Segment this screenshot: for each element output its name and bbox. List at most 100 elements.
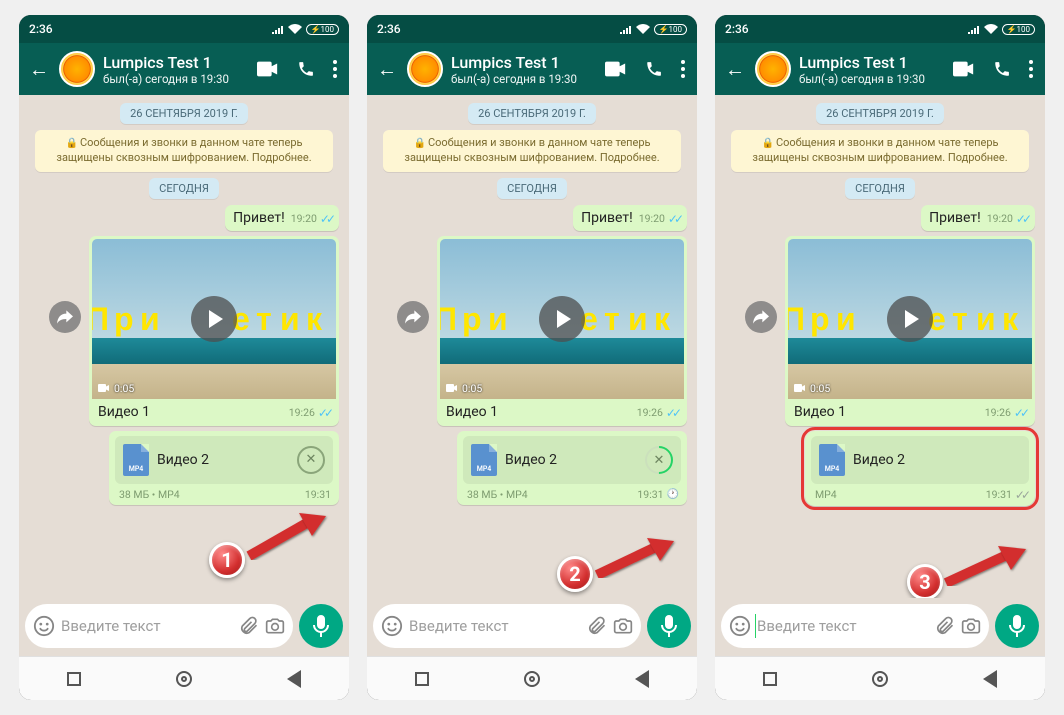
chat-area[interactable]: 26 СЕНТЯБРЯ 2019 Г. 🔒Сообщения и звонки … bbox=[715, 95, 1045, 598]
message-outgoing-text[interactable]: Привет! 19:20✓✓ bbox=[225, 205, 339, 231]
camera-icon[interactable] bbox=[265, 616, 285, 636]
message-outgoing-text[interactable]: Привет! 19:20✓✓ bbox=[573, 205, 687, 231]
message-outgoing-text[interactable]: Привет! 19:20✓✓ bbox=[921, 205, 1035, 231]
wifi-icon bbox=[288, 24, 302, 34]
read-ticks-icon: ✓✓ bbox=[668, 212, 680, 226]
message-text-input[interactable]: Введите текст bbox=[373, 604, 641, 648]
text-cursor bbox=[755, 614, 756, 638]
upload-progress-indicator[interactable] bbox=[639, 440, 679, 480]
video-thumbnail[interactable]: При етик 0:05 bbox=[92, 239, 336, 399]
phone-screenshot-3: 2:36 ⚡100 ← Lumpics Test 1 был(-а) сегод… bbox=[715, 15, 1045, 700]
video-caption: Видео 1 bbox=[446, 404, 631, 420]
nav-back-icon[interactable] bbox=[287, 670, 301, 688]
step-badge-1: 1 bbox=[209, 542, 245, 578]
status-time: 2:36 bbox=[29, 22, 272, 36]
camera-icon[interactable] bbox=[961, 616, 981, 636]
input-placeholder: Введите текст bbox=[61, 617, 233, 635]
attachment-icon[interactable] bbox=[935, 616, 955, 636]
message-text-input[interactable]: Введите текст bbox=[25, 604, 293, 648]
phone-call-icon[interactable] bbox=[645, 60, 663, 78]
message-text-input[interactable]: Введите текст bbox=[721, 604, 989, 648]
status-time: 2:36 bbox=[725, 22, 968, 36]
play-button-icon[interactable] bbox=[887, 296, 933, 342]
nav-recent-icon[interactable] bbox=[67, 672, 81, 686]
voice-record-button[interactable] bbox=[647, 604, 691, 648]
callout-arrow bbox=[592, 535, 677, 580]
message-time: 19:26 bbox=[637, 406, 663, 419]
file-meta-text: 38 МБ • MP4 bbox=[119, 488, 305, 501]
encryption-notice[interactable]: 🔒Сообщения и звонки в данном чате теперь… bbox=[383, 130, 681, 172]
forward-icon[interactable] bbox=[745, 301, 777, 333]
forward-icon[interactable] bbox=[397, 301, 429, 333]
chat-area[interactable]: 26 СЕНТЯБРЯ 2019 Г. 🔒Сообщения и звонки … bbox=[19, 95, 349, 598]
chat-header[interactable]: ← Lumpics Test 1 был(-а) сегодня в 19:30 bbox=[367, 43, 697, 95]
input-placeholder: Введите текст bbox=[409, 617, 581, 635]
play-button-icon[interactable] bbox=[539, 296, 585, 342]
chat-header[interactable]: ← Lumpics Test 1 был(-а) сегодня в 19:30 bbox=[715, 43, 1045, 95]
encryption-notice[interactable]: 🔒Сообщения и звонки в данном чате теперь… bbox=[35, 130, 333, 172]
read-ticks-icon: ✓✓ bbox=[320, 212, 332, 226]
voice-record-button[interactable] bbox=[299, 604, 343, 648]
message-outgoing-file[interactable]: MP4 Видео 2 38 МБ • MP4 19:31 bbox=[109, 431, 339, 505]
chat-area[interactable]: 26 СЕНТЯБРЯ 2019 Г. 🔒Сообщения и звонки … bbox=[367, 95, 697, 598]
emoji-icon[interactable] bbox=[381, 615, 403, 637]
voice-record-button[interactable] bbox=[995, 604, 1039, 648]
contact-name: Lumpics Test 1 bbox=[103, 53, 249, 72]
emoji-icon[interactable] bbox=[729, 615, 751, 637]
android-statusbar: 2:36 ⚡100 bbox=[19, 15, 349, 43]
avatar[interactable] bbox=[59, 51, 95, 87]
encryption-notice[interactable]: 🔒Сообщения и звонки в данном чате теперь… bbox=[731, 130, 1029, 172]
read-ticks-icon: ✓✓ bbox=[1014, 406, 1026, 420]
phone-call-icon[interactable] bbox=[297, 60, 315, 78]
video-call-icon[interactable] bbox=[605, 61, 627, 77]
attachment-icon[interactable] bbox=[587, 616, 607, 636]
read-ticks-icon: ✓✓ bbox=[1016, 212, 1028, 226]
more-menu-icon[interactable] bbox=[333, 60, 337, 78]
header-text[interactable]: Lumpics Test 1 был(-а) сегодня в 19:30 bbox=[799, 53, 945, 86]
emoji-icon[interactable] bbox=[33, 615, 55, 637]
nav-back-icon[interactable] bbox=[635, 670, 649, 688]
avatar[interactable] bbox=[755, 51, 791, 87]
nav-home-icon[interactable] bbox=[176, 671, 192, 687]
forward-icon[interactable] bbox=[49, 301, 81, 333]
message-outgoing-video[interactable]: При етик 0:05 Видео 1 19:26✓✓ bbox=[785, 236, 1035, 426]
nav-home-icon[interactable] bbox=[872, 671, 888, 687]
play-button-icon[interactable] bbox=[191, 296, 237, 342]
android-navbar bbox=[19, 656, 349, 700]
delivered-ticks-icon: ✓✓ bbox=[1015, 488, 1027, 502]
more-menu-icon[interactable] bbox=[1029, 60, 1033, 78]
message-time: 19:20 bbox=[291, 212, 317, 225]
more-menu-icon[interactable] bbox=[681, 60, 685, 78]
message-time: 19:26 bbox=[985, 406, 1011, 419]
step-badge-2: 2 bbox=[557, 556, 593, 592]
video-caption: Видео 1 bbox=[98, 404, 283, 420]
attachment-icon[interactable] bbox=[239, 616, 259, 636]
header-text[interactable]: Lumpics Test 1 был(-а) сегодня в 19:30 bbox=[103, 53, 249, 86]
video-call-icon[interactable] bbox=[257, 61, 279, 77]
message-outgoing-video[interactable]: При етик 0:05 Видео 1 19:26✓✓ bbox=[89, 236, 339, 426]
nav-recent-icon[interactable] bbox=[763, 672, 777, 686]
message-outgoing-file[interactable]: MP4 Видео 2 MP4 19:31✓✓ bbox=[805, 431, 1035, 506]
video-thumbnail[interactable]: При етик 0:05 bbox=[788, 239, 1032, 399]
camera-icon[interactable] bbox=[613, 616, 633, 636]
back-arrow-icon[interactable]: ← bbox=[375, 57, 399, 82]
chat-header[interactable]: ← Lumpics Test 1 был(-а) сегодня в 19:30 bbox=[19, 43, 349, 95]
nav-home-icon[interactable] bbox=[524, 671, 540, 687]
nav-back-icon[interactable] bbox=[983, 670, 997, 688]
phone-call-icon[interactable] bbox=[993, 60, 1011, 78]
video-call-icon[interactable] bbox=[953, 61, 975, 77]
video-thumbnail[interactable]: При етик 0:05 bbox=[440, 239, 684, 399]
back-arrow-icon[interactable]: ← bbox=[27, 57, 51, 82]
nav-recent-icon[interactable] bbox=[415, 672, 429, 686]
avatar[interactable] bbox=[407, 51, 443, 87]
status-icons: ⚡100 bbox=[620, 24, 687, 35]
message-outgoing-video[interactable]: При етик 0:05 Видео 1 19:26✓✓ bbox=[437, 236, 687, 426]
today-separator: СЕГОДНЯ bbox=[149, 178, 219, 199]
message-outgoing-file[interactable]: MP4 Видео 2 38 МБ • MP4 19:31🕐 bbox=[457, 431, 687, 505]
read-ticks-icon: ✓✓ bbox=[318, 406, 330, 420]
read-ticks-icon: ✓✓ bbox=[666, 406, 678, 420]
back-arrow-icon[interactable]: ← bbox=[723, 57, 747, 82]
callout-arrow bbox=[244, 508, 329, 563]
header-text[interactable]: Lumpics Test 1 был(-а) сегодня в 19:30 bbox=[451, 53, 597, 86]
cancel-upload-button[interactable] bbox=[297, 446, 325, 474]
